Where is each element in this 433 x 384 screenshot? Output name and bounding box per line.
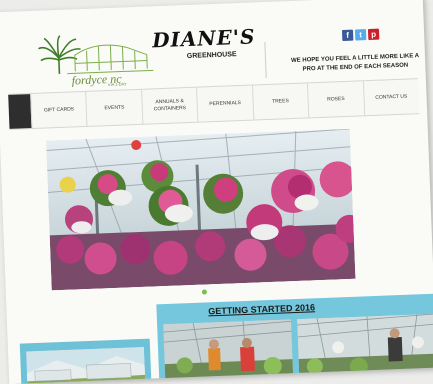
pinterest-icon[interactable]: p xyxy=(367,28,380,41)
website-page: fordyce nc VIA 1-DAY DIANE'S GREENHOUSE … xyxy=(0,0,433,384)
brand-subtitle: GREENHOUSE xyxy=(186,51,237,61)
nav-item-events[interactable]: EVENTS xyxy=(85,89,143,126)
nav-item-perennials[interactable]: PERENNIALS xyxy=(196,85,254,122)
featured-card-left[interactable] xyxy=(19,338,152,384)
header-tagline: WE HOPE YOU FEEL A LITTLE MORE LIKE A PR… xyxy=(290,53,420,73)
nav-item-annuals-containers[interactable]: ANNUALS & CONTAINERS xyxy=(140,87,198,124)
nav-item-gift-cards[interactable]: GIFT CARDS xyxy=(30,91,87,129)
greenhouse-exterior-photo xyxy=(26,346,146,384)
social-links: f t p xyxy=(341,28,380,42)
logo-subtext: VIA 1-DAY xyxy=(107,81,127,88)
greenhouse-logo[interactable]: fordyce nc VIA 1-DAY xyxy=(36,30,168,93)
greenhouse-interior-photo[interactable] xyxy=(297,313,433,379)
nav-home-tab[interactable] xyxy=(8,94,32,129)
twitter-icon[interactable]: t xyxy=(354,29,367,41)
facebook-icon[interactable]: f xyxy=(341,29,354,42)
nav-item-trees[interactable]: TREES xyxy=(251,83,309,120)
nav-item-roses[interactable]: ROSES xyxy=(307,81,364,118)
greenhouse-workers-photo[interactable] xyxy=(163,319,294,384)
brand-title: DIANE'S xyxy=(151,24,256,53)
header-divider xyxy=(264,41,267,79)
getting-started-title[interactable]: GETTING STARTED 2016 xyxy=(157,300,367,318)
slideshow-indicator-dot[interactable] xyxy=(201,289,208,295)
hero-slideshow-image[interactable] xyxy=(45,128,356,291)
getting-started-section: GETTING STARTED 2016 xyxy=(156,293,433,384)
nav-item-contact-us[interactable]: CONTACT US xyxy=(362,79,420,116)
